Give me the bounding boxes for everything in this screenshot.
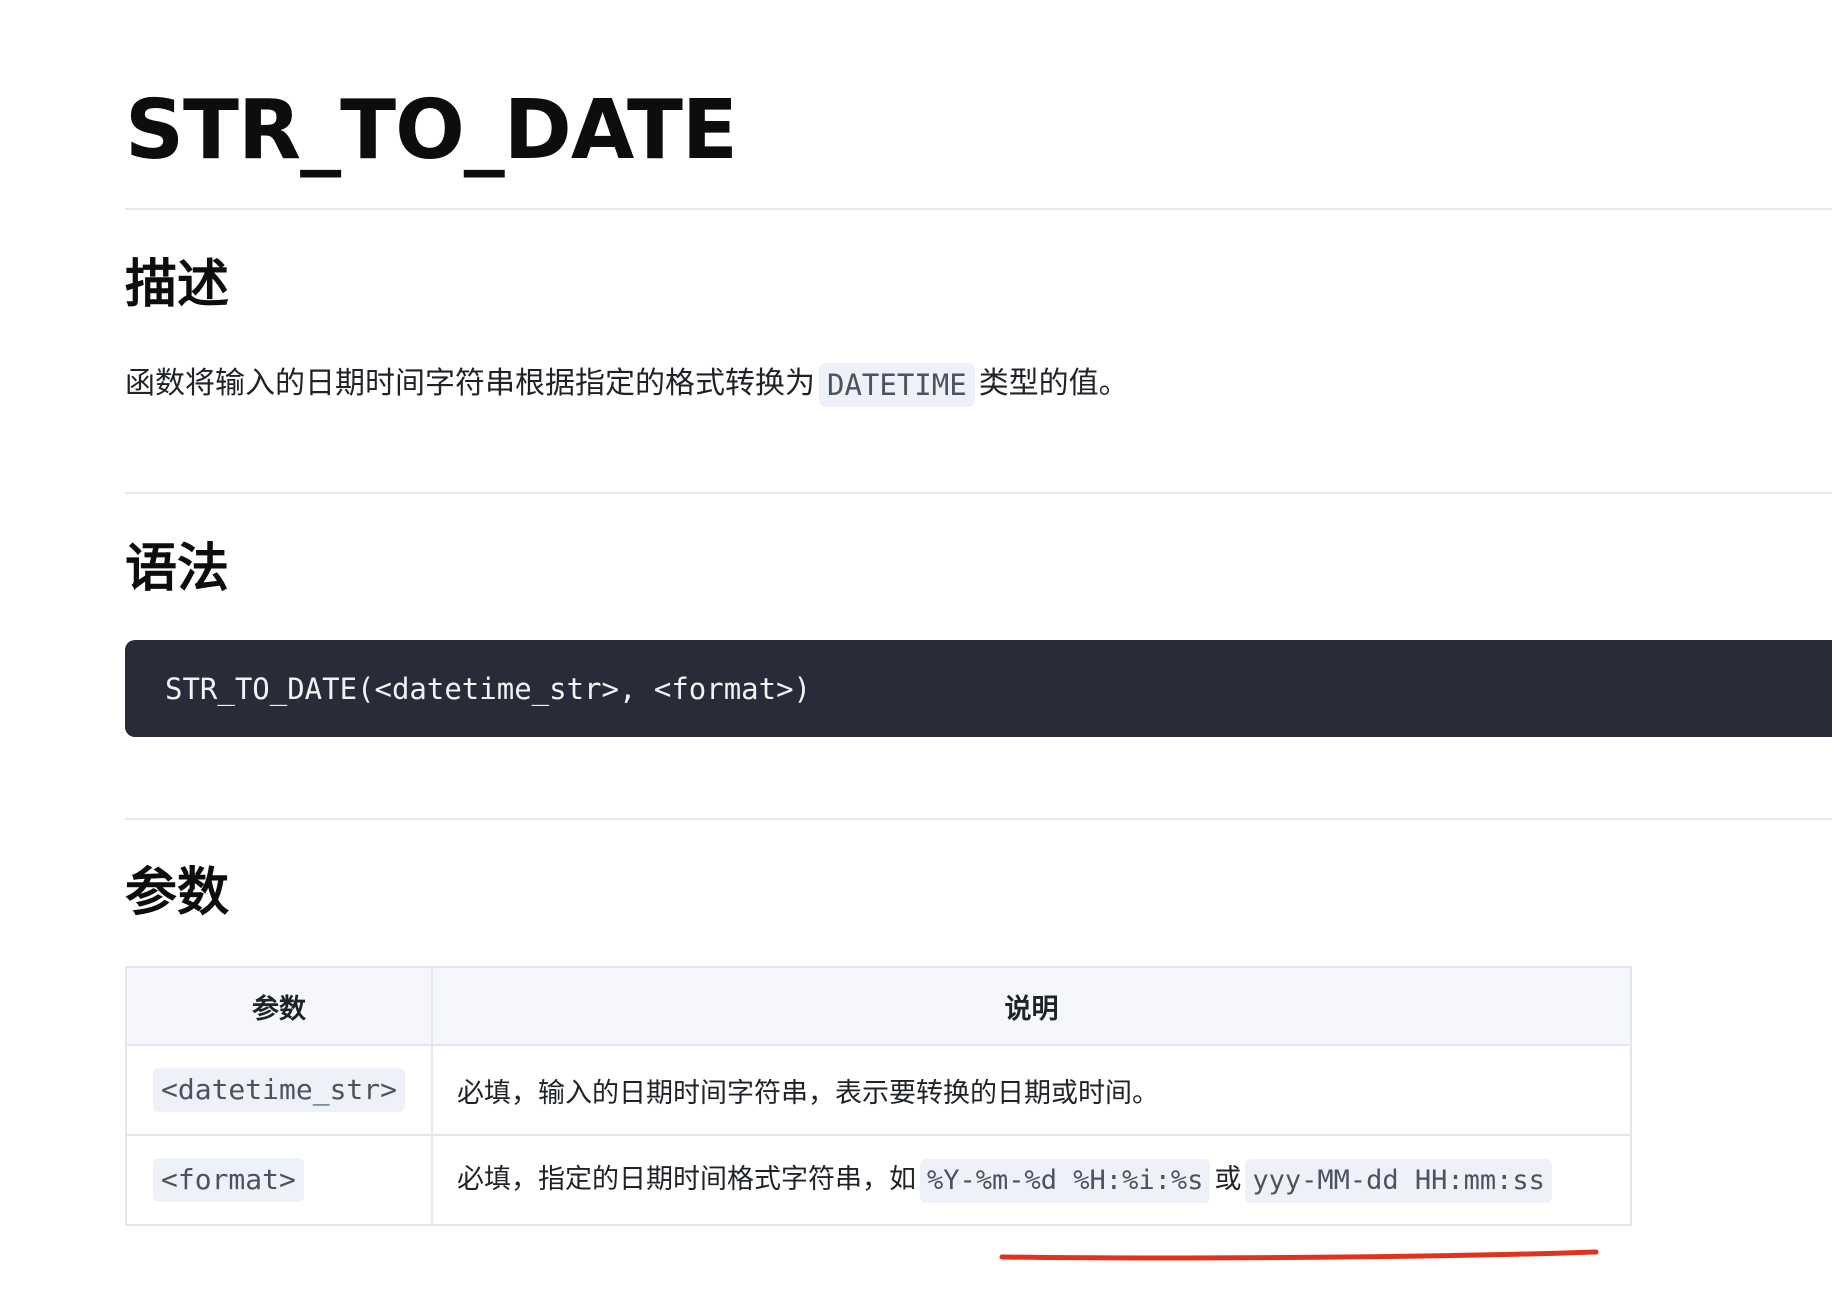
doc-page: STR_TO_DATE 描述 函数将输入的日期时间字符串根据指定的格式转换为 DA… — [0, 0, 1832, 1290]
param-desc-format: 必填，指定的日期时间格式字符串，如 — [457, 1164, 916, 1196]
param-cell: <datetime_str> — [125, 1044, 433, 1136]
divider — [125, 208, 1832, 210]
syntax-code-block: STR_TO_DATE(<datetime_str>, <format>) — [125, 640, 1832, 737]
param-code-format: <format> — [153, 1158, 304, 1202]
description-text-after: 类型的值。 — [978, 366, 1129, 401]
table-header-desc: 说明 — [431, 966, 1632, 1046]
table-header-param: 参数 — [125, 966, 433, 1046]
format-example-code-2: yyy-MM-dd HH:mm:ss — [1245, 1158, 1552, 1203]
description-text-before: 函数将输入的日期时间字符串根据指定的格式转换为 — [125, 366, 815, 401]
table-row: <format> 必填，指定的日期时间格式字符串，如 %Y-%m-%d %H:%i… — [125, 1134, 1632, 1226]
section-heading-params: 参数 — [125, 863, 230, 923]
annotation-stroke — [999, 1249, 1599, 1261]
desc-cell: 必填，输入的日期时间字符串，表示要转换的日期或时间。 — [431, 1044, 1632, 1136]
red-annotation-underline — [999, 1249, 1599, 1261]
description-text: 函数将输入的日期时间字符串根据指定的格式转换为 DATETIME 类型的值。 — [125, 358, 1129, 410]
divider — [125, 818, 1832, 820]
desc-cell: 必填，指定的日期时间格式字符串，如 %Y-%m-%d %H:%i:%s 或 yyy-M… — [431, 1134, 1632, 1226]
section-heading-description: 描述 — [125, 255, 230, 315]
syntax-code: STR_TO_DATE(<datetime_str>, <format>) — [165, 671, 812, 706]
table-row: <datetime_str> 必填，输入的日期时间字符串，表示要转换的日期或时间… — [125, 1044, 1632, 1136]
format-example-code-1: %Y-%m-%d %H:%i:%s — [920, 1158, 1211, 1203]
param-desc-datetime-str: 必填，输入的日期时间字符串，表示要转换的日期或时间。 — [457, 1077, 1159, 1109]
format-example-join: 或 — [1214, 1164, 1242, 1196]
datetime-inline-code: DATETIME — [819, 362, 975, 407]
param-code-datetime-str: <datetime_str> — [153, 1068, 406, 1112]
section-heading-syntax: 语法 — [125, 539, 230, 599]
param-cell: <format> — [125, 1134, 433, 1226]
params-table: 参数 说明 <datetime_str> 必填，输入的日期时间字符串，表示要转换… — [125, 966, 1632, 1226]
divider — [125, 492, 1832, 494]
table-header-row: 参数 说明 — [125, 966, 1632, 1046]
page-title: STR_TO_DATE — [125, 83, 738, 178]
